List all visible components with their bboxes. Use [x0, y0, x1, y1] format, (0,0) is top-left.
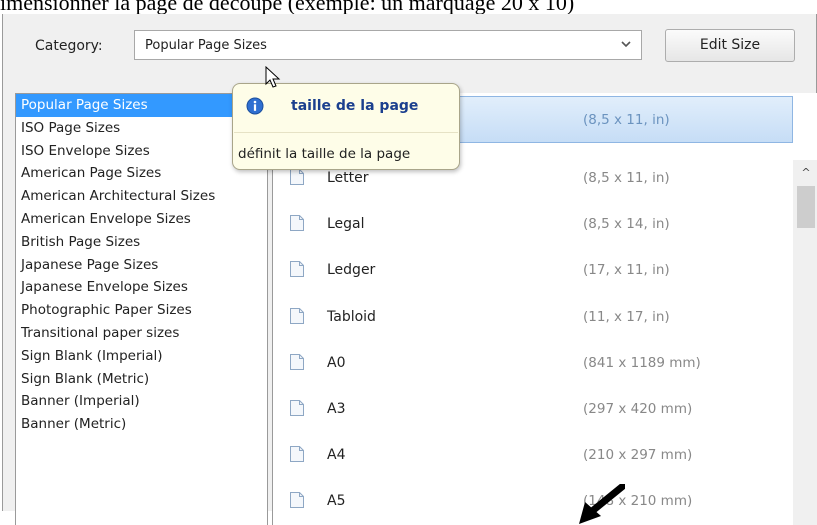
- size-row[interactable]: Legal (8,5 x 14, in): [273, 206, 793, 252]
- size-name: A4: [327, 447, 346, 464]
- vertical-scrollbar[interactable]: ^: [793, 160, 817, 525]
- size-dimensions: (297 x 420 mm): [583, 400, 693, 417]
- size-dimensions: (17, x 11, in): [583, 262, 670, 279]
- document-icon: [290, 169, 304, 185]
- document-icon: [290, 492, 304, 509]
- tooltip-title: taille de la page: [291, 98, 419, 114]
- size-name: Tabloid: [327, 308, 376, 325]
- category-list[interactable]: Popular Page Sizes ISO Page Sizes ISO En…: [15, 93, 268, 525]
- mouse-cursor-icon: [265, 66, 281, 88]
- category-dropdown[interactable]: Popular Page Sizes: [134, 30, 642, 60]
- size-name: A3: [327, 400, 346, 417]
- edit-size-button[interactable]: Edit Size: [665, 29, 795, 62]
- tooltip-text: définit la taille de la page: [238, 146, 411, 162]
- category-label: Category:: [35, 38, 103, 54]
- category-list-item[interactable]: ISO Envelope Sizes: [16, 140, 267, 163]
- category-list-item[interactable]: ISO Page Sizes: [16, 117, 267, 140]
- document-icon: [290, 399, 304, 416]
- category-list-item[interactable]: Sign Blank (Imperial): [16, 345, 267, 368]
- category-list-item[interactable]: American Envelope Sizes: [16, 208, 267, 231]
- size-name: Legal: [327, 216, 365, 233]
- annotation-arrow-icon: [579, 484, 625, 524]
- size-row[interactable]: A4 (210 x 297 mm): [273, 437, 793, 483]
- size-dimensions: (11, x 17, in): [583, 308, 670, 325]
- size-dimensions: (8,5 x 14, in): [583, 216, 670, 233]
- category-list-item[interactable]: Japanese Envelope Sizes: [16, 276, 267, 299]
- document-icon: [290, 261, 304, 278]
- size-row[interactable]: Ledger (17, x 11, in): [273, 252, 793, 298]
- info-icon: [246, 97, 264, 115]
- size-row[interactable]: Tabloid (11, x 17, in): [273, 299, 793, 345]
- size-name: Letter: [327, 170, 369, 186]
- category-list-item[interactable]: American Architectural Sizes: [16, 185, 267, 208]
- category-list-item[interactable]: Banner (Metric): [16, 413, 267, 436]
- size-name: Ledger: [327, 262, 376, 279]
- category-list-item[interactable]: Banner (Imperial): [16, 390, 267, 413]
- size-name: A5: [327, 493, 346, 510]
- size-row[interactable]: A0 (841 x 1189 mm): [273, 345, 793, 391]
- page-caption: imensionner la page de découpe (exemple:…: [0, 0, 575, 15]
- category-list-item[interactable]: American Page Sizes: [16, 162, 267, 185]
- tooltip: taille de la page définit la taille de l…: [232, 83, 460, 170]
- document-icon: [290, 215, 304, 232]
- size-dimensions: (8,5 x 11, in): [583, 170, 670, 186]
- category-dropdown-value: Popular Page Sizes: [145, 38, 267, 53]
- document-icon: [290, 307, 304, 324]
- size-row[interactable]: A3 (297 x 420 mm): [273, 391, 793, 437]
- category-list-item[interactable]: Transitional paper sizes: [16, 322, 267, 345]
- category-list-item[interactable]: Popular Page Sizes: [16, 94, 267, 117]
- chevron-down-icon: [621, 41, 631, 48]
- size-name: A0: [327, 354, 346, 371]
- scroll-up-icon[interactable]: ^: [793, 160, 817, 186]
- category-list-item[interactable]: Japanese Page Sizes: [16, 254, 267, 277]
- category-list-item[interactable]: Sign Blank (Metric): [16, 368, 267, 391]
- selected-size-dimensions: (8,5 x 11, in): [583, 112, 670, 128]
- size-dimensions: (841 x 1189 mm): [583, 354, 701, 371]
- document-icon: [290, 353, 304, 370]
- category-list-item[interactable]: Photographic Paper Sizes: [16, 299, 267, 322]
- category-list-item[interactable]: British Page Sizes: [16, 231, 267, 254]
- scroll-thumb[interactable]: [797, 186, 815, 228]
- document-icon: [290, 446, 304, 463]
- size-row[interactable]: A5 (148 x 210 mm): [273, 483, 793, 525]
- tooltip-divider: [234, 132, 458, 133]
- size-dimensions: (210 x 297 mm): [583, 447, 693, 464]
- page-size-dialog: Category: Popular Page Sizes Edit Size P…: [2, 14, 817, 525]
